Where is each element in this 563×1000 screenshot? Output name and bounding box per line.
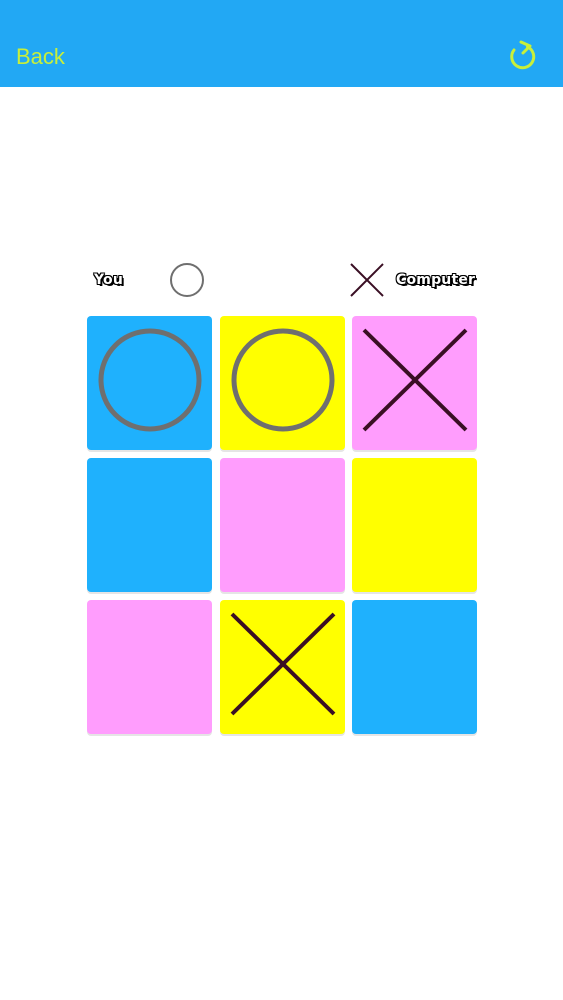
board-cell[interactable] (87, 600, 212, 734)
navigation-bar: Back (0, 0, 563, 87)
circle-mark-icon (231, 328, 334, 432)
board-cell[interactable] (219, 458, 345, 592)
board-cell[interactable] (219, 316, 345, 450)
computer-label: Computer (396, 272, 476, 288)
board-cell[interactable] (352, 458, 477, 592)
board-cell[interactable] (87, 458, 212, 592)
refresh-icon[interactable] (504, 38, 542, 76)
board-cell[interactable] (352, 600, 477, 734)
circle-icon (170, 263, 204, 297)
you-label: You (94, 272, 124, 288)
board-cell[interactable] (87, 316, 212, 450)
circle-mark-icon (98, 328, 202, 432)
cross-mark-icon (362, 328, 468, 432)
back-button[interactable]: Back (16, 42, 65, 72)
game-board (87, 316, 477, 734)
cross-icon (350, 263, 384, 297)
cross-mark-icon (230, 612, 335, 716)
board-cell[interactable] (352, 316, 477, 450)
board-cell[interactable] (219, 600, 345, 734)
